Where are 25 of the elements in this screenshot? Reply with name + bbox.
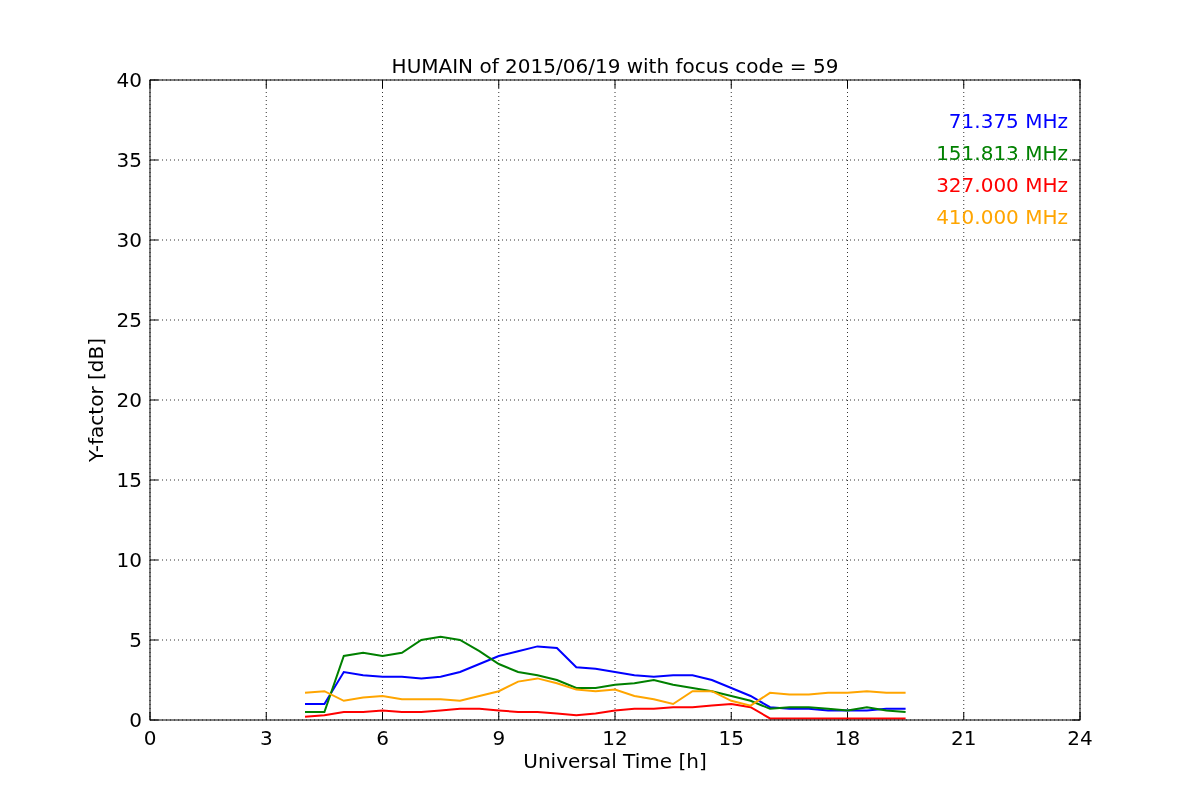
y-tick-label: 20 — [116, 388, 142, 412]
y-tick-label: 25 — [116, 308, 142, 332]
x-axis-label: Universal Time [h] — [523, 749, 707, 773]
legend-label: 71.375 MHz — [948, 109, 1068, 133]
x-tick-label: 3 — [259, 726, 273, 750]
y-axis-label: Y-factor [dB] — [84, 338, 108, 462]
legend-label: 151.813 MHz — [936, 141, 1068, 165]
x-tick-label: 0 — [143, 726, 157, 750]
x-tick-label: 9 — [492, 726, 506, 750]
x-tick-label: 12 — [602, 726, 628, 750]
x-tick-label: 6 — [376, 726, 389, 750]
x-tick-label: 15 — [718, 726, 744, 750]
y-tick-label: 40 — [116, 68, 142, 92]
legend-label: 410.000 MHz — [936, 205, 1068, 229]
chart-title: HUMAIN of 2015/06/19 with focus code = 59 — [391, 54, 839, 78]
y-tick-label: 35 — [116, 148, 142, 172]
x-tick-label: 21 — [951, 726, 977, 750]
x-tick-label: 18 — [834, 726, 861, 750]
y-tick-label: 0 — [129, 708, 142, 732]
y-tick-label: 15 — [116, 468, 142, 492]
y-tick-label: 10 — [116, 548, 142, 572]
y-tick-label: 30 — [116, 228, 142, 252]
x-tick-label: 24 — [1067, 726, 1093, 750]
legend-label: 327.000 MHz — [936, 173, 1068, 197]
y-tick-label: 5 — [129, 628, 142, 652]
